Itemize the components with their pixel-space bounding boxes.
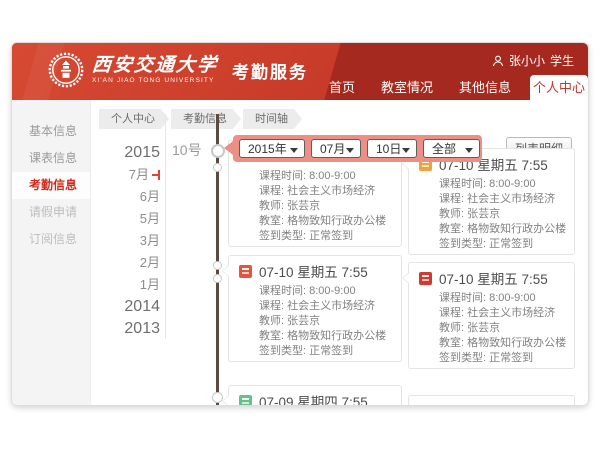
card-line-classroom: 教室: 格物致知行政办公楼	[419, 336, 564, 351]
attendance-card[interactable]: 07-09 星期四 7:55	[228, 385, 402, 405]
timeline-year-2014[interactable]: 2014	[102, 296, 160, 318]
brand-block: 西安交通大学 XI'AN JIAO TONG UNIVERSITY 考勤服务	[48, 52, 308, 88]
main-nav: 首页 教室情况 其他信息 个人中心	[316, 74, 588, 100]
timeline-month-mar[interactable]: 3月	[102, 230, 160, 252]
card-line-teacher: 教师: 张芸京	[419, 321, 564, 336]
month-select[interactable]: 07月	[311, 139, 361, 158]
sidebar-item-leave-request[interactable]: 请假申请	[12, 199, 90, 226]
breadcrumb-timeline[interactable]: 时间轴	[243, 109, 302, 129]
sidebar-item-schedule-info[interactable]: 课表信息	[12, 145, 90, 172]
user-icon	[492, 55, 504, 67]
type-select[interactable]: 全部	[423, 139, 480, 158]
app-window: 西安交通大学 XI'AN JIAO TONG UNIVERSITY 考勤服务 张…	[12, 43, 588, 405]
user-menu[interactable]: 张小小 学生	[492, 52, 574, 69]
card-body: 课程时间: 8:00-9:00 课程: 社会主义市场经济 教师: 张芸京 教室:…	[419, 177, 564, 252]
card-line-teacher: 教师: 张芸京	[239, 199, 391, 214]
sidebar: 基本信息 课表信息 考勤信息 请假申请 订阅信息	[12, 100, 91, 405]
card-line-course-time: 课程时间: 8:00-9:00	[239, 284, 391, 299]
breadcrumb: 个人中心 考勤信息 时间轴	[99, 109, 304, 129]
timeline-year-2015[interactable]: 2015	[102, 142, 160, 164]
app-header: 西安交通大学 XI'AN JIAO TONG UNIVERSITY 考勤服务 张…	[12, 43, 588, 100]
nav-tab-classrooms[interactable]: 教室情况	[368, 75, 446, 100]
card-line-classroom: 教室: 格物致知行政办公楼	[239, 214, 391, 229]
timeline-month-may[interactable]: 5月	[102, 208, 160, 230]
card-line-course: 课程: 社会主义市场经济	[239, 299, 391, 314]
app-title: 考勤服务	[232, 58, 308, 83]
attendance-card[interactable]: 07-10 星期五 7:55 课程时间: 8:00-9:00 课程: 社会主义市…	[408, 148, 575, 255]
card-line-course-time: 课程时间: 8:00-9:00	[239, 169, 391, 184]
timeline-node-small-1	[213, 163, 222, 172]
content-area: 基本信息 课表信息 考勤信息 请假申请 订阅信息 个人中心 考勤信息 时间轴 2…	[12, 100, 588, 405]
card-line-signin-type: 签到类型: 正常签到	[239, 229, 391, 244]
breadcrumb-personal-center[interactable]: 个人中心	[99, 109, 169, 129]
attendance-status-icon	[239, 265, 252, 278]
card-line-course: 课程: 社会主义市场经济	[419, 192, 564, 207]
university-name-en: XI'AN JIAO TONG UNIVERSITY	[92, 78, 218, 85]
attendance-card[interactable]	[408, 395, 575, 405]
sidebar-item-basic-info[interactable]: 基本信息	[12, 118, 90, 145]
attendance-status-icon	[419, 272, 432, 285]
breadcrumb-attendance-info[interactable]: 考勤信息	[171, 109, 241, 129]
card-line-course: 课程: 社会主义市场经济	[239, 184, 391, 199]
card-line-course: 课程: 社会主义市场经济	[419, 306, 564, 321]
timeline-node-day10	[211, 144, 225, 158]
attendance-status-icon	[239, 395, 252, 406]
card-line-signin-type: 签到类型: 正常签到	[419, 237, 564, 252]
timeline-month-jan[interactable]: 1月	[102, 274, 160, 296]
attendance-card[interactable]: 07-10 星期五 7:55 课程时间: 8:00-9:00 课程: 社会主义市…	[408, 262, 575, 369]
card-body: 课程时间: 8:00-9:00 课程: 社会主义市场经济 教师: 张芸京 教室:…	[239, 284, 391, 359]
timeline-month-jun[interactable]: 6月	[102, 186, 160, 208]
card-line-course-time: 课程时间: 8:00-9:00	[419, 291, 564, 306]
card-line-classroom: 教室: 格物致知行政办公楼	[239, 329, 391, 344]
university-name-cn: 西安交通大学	[91, 56, 219, 75]
card-body: 课程时间: 8:00-9:00 课程: 社会主义市场经济 教师: 张芸京 教室:…	[419, 291, 564, 366]
card-line-classroom: 教室: 格物致知行政办公楼	[419, 222, 564, 237]
year-select[interactable]: 2015年	[239, 139, 305, 158]
card-title: 07-10 星期五 7:55	[259, 261, 368, 281]
card-line-signin-type: 签到类型: 正常签到	[239, 344, 391, 359]
card-title: 07-10 星期五 7:55	[439, 268, 548, 288]
card-line-signin-type: 签到类型: 正常签到	[419, 351, 564, 366]
nav-tab-home[interactable]: 首页	[316, 75, 368, 100]
card-header: 07-09 星期四 7:55	[239, 392, 391, 405]
card-header	[419, 402, 564, 405]
timeline-month-jul[interactable]: 7月	[102, 164, 160, 186]
day-select[interactable]: 10日	[367, 139, 417, 158]
timeline-node-small-2	[213, 261, 222, 270]
card-header: 07-10 星期五 7:55	[239, 262, 391, 280]
sidebar-item-attendance-info[interactable]: 考勤信息	[12, 172, 90, 199]
timeline-day-label-10: 10号	[172, 140, 202, 160]
year-month-separator	[165, 114, 166, 339]
card-header: 07-10 星期五 7:55	[419, 269, 564, 287]
user-name: 张小小	[509, 52, 545, 69]
attendance-card[interactable]: 07-10 星期五 7:55 课程时间: 8:00-9:00 课程: 社会主义市…	[228, 255, 402, 362]
user-role: 学生	[550, 52, 574, 69]
university-name: 西安交通大学 XI'AN JIAO TONG UNIVERSITY	[92, 56, 218, 85]
card-line-teacher: 教师: 张芸京	[419, 207, 564, 222]
card-body: 课程时间: 8:00-9:00 课程: 社会主义市场经济 教师: 张芸京 教室:…	[239, 169, 391, 244]
card-line-teacher: 教师: 张芸京	[239, 314, 391, 329]
timeline-node-small-3	[213, 274, 222, 283]
timeline-year-2013[interactable]: 2013	[102, 318, 160, 340]
timeline-month-feb[interactable]: 2月	[102, 252, 160, 274]
filter-bubble-arrow	[224, 141, 233, 155]
sidebar-item-subscription-info[interactable]: 订阅信息	[12, 226, 90, 253]
card-title: 07-09 星期四 7:55	[259, 391, 368, 405]
timeline-year-month-nav: 2015 7月 6月 5月 3月 2月 1月 2014 2013	[102, 142, 160, 340]
nav-tab-other-info[interactable]: 其他信息	[446, 75, 524, 100]
university-seal-icon	[48, 52, 84, 88]
card-line-course-time: 课程时间: 8:00-9:00	[419, 177, 564, 192]
nav-tab-personal-center[interactable]: 个人中心	[530, 75, 588, 100]
filter-bubble: 2015年 07月 10日 全部	[233, 135, 482, 162]
